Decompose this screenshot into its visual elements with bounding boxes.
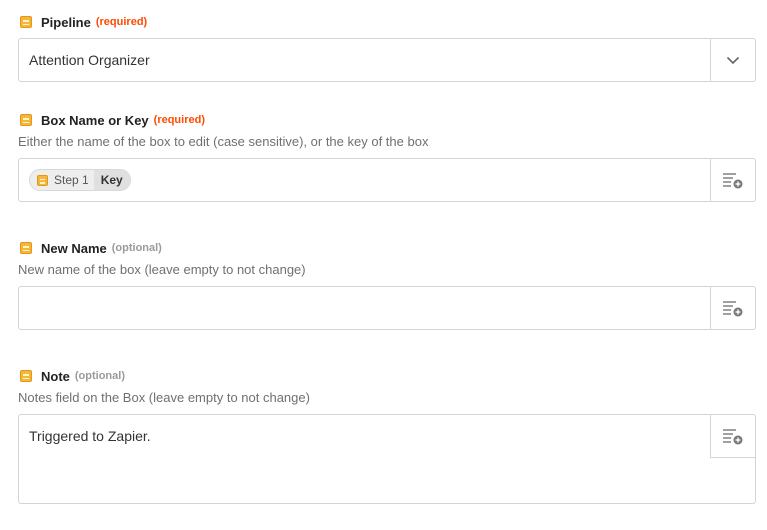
required-tag: (required) bbox=[153, 114, 205, 126]
box-name-input[interactable]: Step 1 Key bbox=[18, 158, 756, 202]
insert-data-icon bbox=[723, 173, 743, 189]
mapped-field-pill[interactable]: Step 1 Key bbox=[29, 169, 131, 191]
insert-data-icon bbox=[723, 429, 743, 445]
box-name-label-row: Box Name or Key (required) bbox=[18, 110, 756, 130]
insert-data-button[interactable] bbox=[710, 287, 755, 329]
insert-data-button[interactable] bbox=[710, 415, 755, 458]
insert-data-icon bbox=[723, 301, 743, 317]
streak-app-icon bbox=[20, 242, 32, 254]
pill-step-label: Step 1 bbox=[54, 173, 89, 187]
pill-key-label: Key bbox=[93, 170, 130, 190]
pipeline-field: Pipeline (required) Attention Organizer bbox=[18, 12, 756, 82]
insert-data-button[interactable] bbox=[710, 159, 755, 201]
new-name-label-row: New Name (optional) bbox=[18, 238, 756, 258]
optional-tag: (optional) bbox=[74, 370, 125, 382]
chevron-down-icon bbox=[726, 56, 740, 64]
field-label: New Name bbox=[41, 240, 107, 256]
field-help-text: Notes field on the Box (leave empty to n… bbox=[18, 390, 310, 405]
streak-app-icon bbox=[20, 114, 32, 126]
streak-app-icon bbox=[37, 174, 48, 186]
field-label: Box Name or Key bbox=[41, 112, 149, 128]
box-name-field: Box Name or Key (required) Either the na… bbox=[18, 110, 756, 202]
pipeline-select[interactable]: Attention Organizer bbox=[18, 38, 756, 82]
field-label: Note bbox=[41, 368, 70, 384]
new-name-input[interactable] bbox=[18, 286, 756, 330]
field-help-text: New name of the box (leave empty to not … bbox=[18, 262, 306, 277]
pipeline-label-row: Pipeline (required) bbox=[18, 12, 756, 32]
new-name-field: New Name (optional) New name of the box … bbox=[18, 238, 756, 330]
streak-app-icon bbox=[20, 370, 32, 382]
note-label-row: Note (optional) bbox=[18, 366, 756, 386]
note-field: Note (optional) Notes field on the Box (… bbox=[18, 366, 756, 504]
field-help-text: Either the name of the box to edit (case… bbox=[18, 134, 429, 149]
streak-app-icon bbox=[20, 16, 32, 28]
optional-tag: (optional) bbox=[111, 242, 162, 254]
note-textarea[interactable]: Triggered to Zapier. bbox=[18, 414, 756, 504]
note-value: Triggered to Zapier. bbox=[29, 428, 151, 444]
pipeline-select-value: Attention Organizer bbox=[29, 52, 150, 68]
dropdown-toggle-button[interactable] bbox=[710, 39, 755, 81]
required-tag: (required) bbox=[95, 16, 148, 28]
field-label: Pipeline bbox=[41, 14, 91, 30]
